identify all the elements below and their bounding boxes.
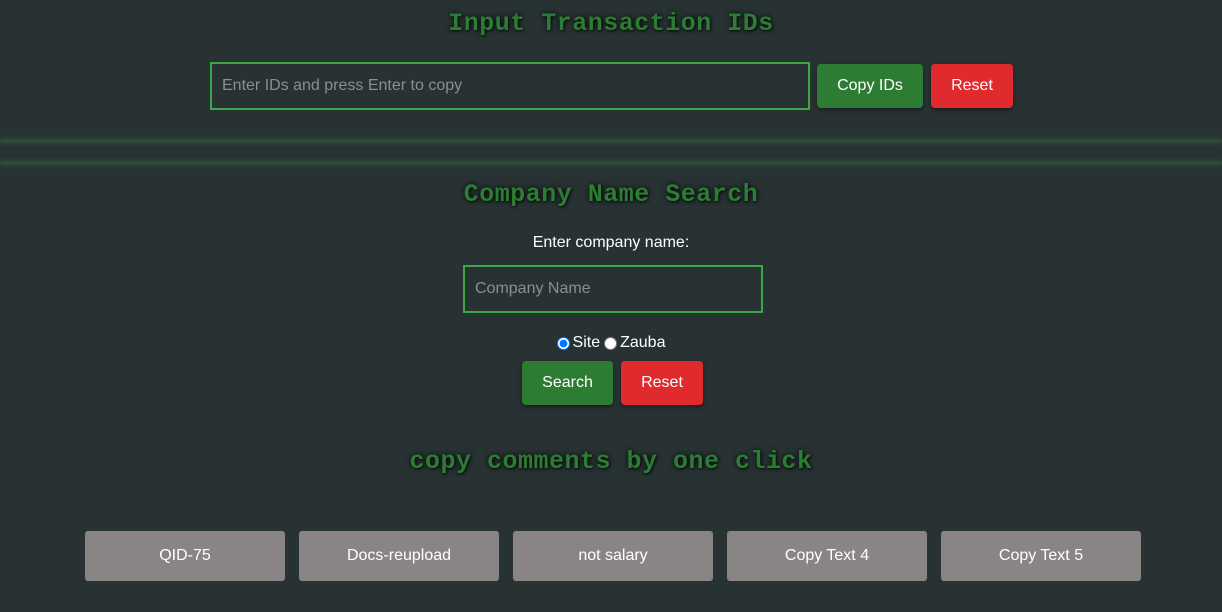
reset-company-button[interactable]: Reset bbox=[621, 361, 703, 405]
search-button[interactable]: Search bbox=[522, 361, 613, 405]
section-divider-top bbox=[0, 140, 1222, 142]
zauba-radio[interactable] bbox=[604, 336, 618, 350]
transaction-ids-title: Input Transaction IDs bbox=[448, 9, 774, 38]
site-radio-label: Site bbox=[572, 334, 601, 351]
comment-button-copy-text-5[interactable]: Copy Text 5 bbox=[941, 531, 1141, 581]
comment-buttons-row: QID-75 Docs-reupload not salary Copy Tex… bbox=[85, 531, 1141, 581]
company-name-label: Enter company name: bbox=[532, 234, 690, 251]
radio-option-site[interactable]: Site bbox=[556, 334, 601, 352]
company-search-title: Company Name Search bbox=[463, 180, 759, 209]
copy-ids-button[interactable]: Copy IDs bbox=[817, 64, 923, 108]
comment-button-docs-reupload[interactable]: Docs-reupload bbox=[299, 531, 499, 581]
zauba-radio-label: Zauba bbox=[620, 334, 666, 351]
site-radio[interactable] bbox=[556, 336, 570, 350]
transaction-ids-row: Copy IDs Reset bbox=[210, 62, 1013, 110]
company-name-input[interactable] bbox=[463, 265, 763, 313]
comment-button-copy-text-4[interactable]: Copy Text 4 bbox=[727, 531, 927, 581]
reset-ids-button[interactable]: Reset bbox=[931, 64, 1013, 108]
transaction-ids-input[interactable] bbox=[210, 62, 810, 110]
section-divider-bottom bbox=[0, 162, 1222, 164]
comment-button-not-salary[interactable]: not salary bbox=[513, 531, 713, 581]
comment-button-qid-75[interactable]: QID-75 bbox=[85, 531, 285, 581]
copy-comments-title: copy comments by one click bbox=[409, 447, 813, 476]
radio-option-zauba[interactable]: Zauba bbox=[604, 334, 665, 352]
page: Input Transaction IDs Copy IDs Reset Com… bbox=[0, 0, 1222, 612]
company-search-actions: Search Reset bbox=[522, 361, 703, 405]
search-source-radio-group: Site Zauba bbox=[0, 334, 1222, 352]
